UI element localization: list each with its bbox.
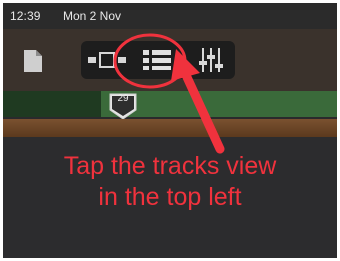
status-bar: 12:39 Mon 2 Nov — [3, 3, 337, 29]
status-time: 12:39 — [10, 9, 41, 23]
playhead-bar-number: 29 — [117, 93, 129, 104]
tracks-view-button[interactable] — [133, 41, 181, 79]
mixer-button[interactable] — [185, 41, 233, 79]
annotation-line-2: in the top left — [98, 183, 242, 211]
tracks-view-icon — [143, 50, 171, 70]
wood-divider — [3, 119, 337, 137]
document-icon[interactable] — [23, 49, 43, 73]
status-date: Mon 2 Nov — [63, 9, 122, 23]
toolbar — [3, 29, 337, 91]
annotation-line-1: Tap the tracks view — [63, 152, 277, 180]
annotation-caption: Tap the tracks view in the top left — [3, 151, 337, 213]
view-segmented-control — [81, 41, 235, 79]
timeline-area — [3, 91, 337, 117]
app-screenshot: 12:39 Mon 2 Nov 29 Tap the tracks view i… — [3, 3, 337, 258]
live-loops-icon — [88, 52, 126, 68]
live-loops-button[interactable] — [83, 41, 131, 79]
mixer-icon — [199, 48, 223, 72]
